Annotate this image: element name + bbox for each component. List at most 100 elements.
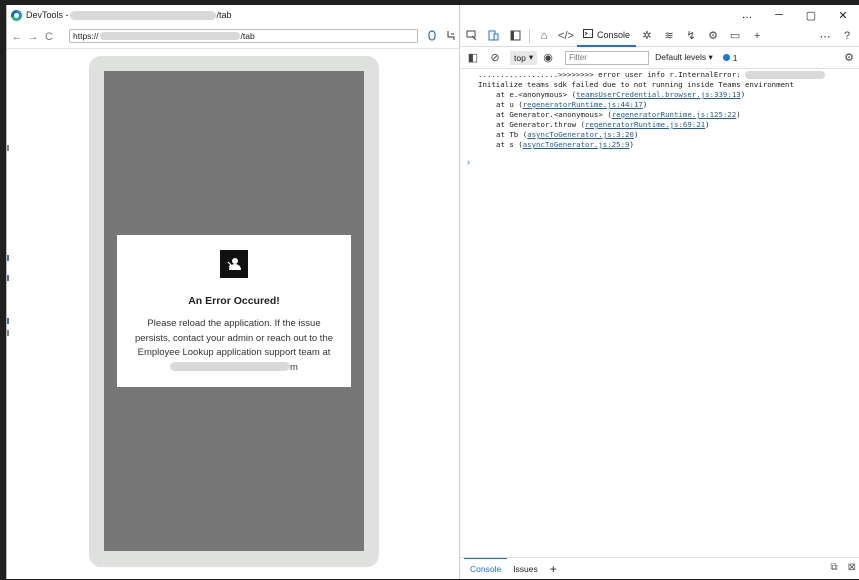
device-screen: An Error Occured! Please reload the appl… bbox=[104, 71, 364, 551]
window-title-suffix: /tab bbox=[216, 10, 232, 20]
console-line: ..................>>>>>>>> error user in… bbox=[460, 70, 859, 80]
stack-frame: at e.<anonymous> (teamsUserCredential.br… bbox=[460, 90, 859, 100]
redacted-email bbox=[170, 362, 291, 372]
devtools-right-actions: ⋯ ? bbox=[814, 25, 858, 47]
tab-console[interactable]: Console bbox=[577, 25, 637, 47]
source-link[interactable]: asyncToGenerator.js:25:9 bbox=[523, 140, 630, 149]
source-link[interactable]: regeneratorRuntime.js:125:22 bbox=[612, 110, 737, 119]
stack-frame: at u (regeneratorRuntime.js:44:17) bbox=[460, 100, 859, 110]
side-marker bbox=[7, 275, 9, 281]
stack-frame: at Generator.throw (regeneratorRuntime.j… bbox=[460, 120, 859, 130]
user-logo-icon bbox=[220, 250, 248, 278]
side-marker bbox=[7, 255, 9, 261]
error-card: An Error Occured! Please reload the appl… bbox=[117, 235, 351, 387]
frame-text: at Generator.throw ( bbox=[496, 120, 585, 129]
issue-dot-icon bbox=[722, 54, 730, 61]
sidebar-icon[interactable]: ◧ bbox=[462, 47, 484, 69]
frame-suffix: ) bbox=[633, 130, 639, 139]
page-viewport: An Error Occured! Please reload the appl… bbox=[7, 50, 460, 579]
drawer-tab-console[interactable]: Console bbox=[464, 557, 508, 580]
levels-dropdown[interactable]: Default levels ▾ bbox=[655, 52, 713, 63]
console-output: ..................>>>>>>>> error user in… bbox=[460, 70, 859, 150]
edge-icon bbox=[11, 9, 22, 21]
url-suffix: /tab bbox=[240, 31, 255, 41]
frame-suffix: ) bbox=[629, 140, 634, 149]
close-button[interactable]: ✕ bbox=[827, 5, 859, 25]
drawer-tab-issues[interactable]: Issues bbox=[507, 558, 544, 580]
console-settings-icon[interactable]: ⚙ bbox=[844, 51, 854, 64]
devtools-panel: … ─ ▢ ✕ ⌂ </> Console ✲ ≋ ↯ ⚙ ▭ + ⋯ ? ◧ … bbox=[459, 5, 859, 579]
frame-suffix: ) bbox=[736, 110, 741, 119]
levels-label: Default levels bbox=[655, 52, 707, 62]
error-message-end: m bbox=[290, 361, 298, 373]
device-frame: An Error Occured! Please reload the appl… bbox=[89, 56, 379, 567]
wifi-icon[interactable]: ≋ bbox=[658, 25, 680, 47]
lock-icon[interactable] bbox=[426, 30, 437, 41]
source-link[interactable]: teamsUserCredential.browser.js:339:13 bbox=[576, 90, 741, 99]
console-icon bbox=[583, 29, 593, 40]
minimize-button[interactable]: ─ bbox=[763, 5, 795, 25]
gear-icon[interactable]: ⚙ bbox=[702, 25, 724, 47]
elements-icon[interactable]: </> bbox=[555, 25, 577, 47]
help-icon[interactable]: ? bbox=[836, 25, 858, 47]
frame-suffix: ) bbox=[740, 90, 746, 99]
issues-badge[interactable]: 1 bbox=[722, 52, 738, 63]
levels-chevron-icon: ▾ bbox=[708, 52, 713, 62]
maximize-button[interactable]: ▢ bbox=[795, 5, 827, 25]
chevron-down-icon: ▾ bbox=[528, 52, 534, 62]
device-toggle-icon[interactable] bbox=[482, 25, 504, 47]
panel-icon[interactable]: ▭ bbox=[724, 25, 746, 47]
source-link[interactable]: regeneratorRuntime.js:69:21 bbox=[585, 120, 705, 129]
eye-icon[interactable]: ◉ bbox=[537, 47, 559, 69]
dock-icon[interactable] bbox=[504, 25, 526, 47]
issues-count: 1 bbox=[732, 52, 738, 63]
window-more-button[interactable]: … bbox=[731, 5, 763, 25]
source-link[interactable]: asyncToGenerator.js:3:20 bbox=[527, 130, 634, 139]
stack-frame: at s (asyncToGenerator.js:25:9) bbox=[460, 140, 859, 150]
more-icon[interactable]: ⋯ bbox=[814, 25, 836, 47]
stack-frame: at Tb (asyncToGenerator.js:3:20) bbox=[460, 130, 859, 140]
address-actions bbox=[426, 30, 456, 41]
performance-icon[interactable]: ↯ bbox=[680, 25, 702, 47]
drawer-actions: ⧉ ⊠ bbox=[830, 562, 856, 573]
drawer-add-tab-button[interactable]: + bbox=[544, 558, 563, 580]
log-text: ..................>>>>>>>> error user in… bbox=[478, 70, 745, 79]
forward-button[interactable]: → bbox=[25, 31, 41, 43]
console-toolbar: ◧ ⊘ top ▾ ◉ Default levels ▾ 1 ⚙ bbox=[460, 47, 859, 69]
clear-console-icon[interactable]: ⊘ bbox=[484, 47, 506, 69]
home-icon[interactable]: ⌂ bbox=[533, 25, 555, 47]
frame-suffix: ) bbox=[705, 120, 710, 129]
window-controls: … ─ ▢ ✕ bbox=[731, 5, 859, 25]
stack-frame: at Generator.<anonymous> (regeneratorRun… bbox=[460, 110, 859, 120]
frame-text: at u ( bbox=[496, 100, 523, 109]
back-button[interactable]: ← bbox=[9, 31, 25, 43]
redacted-log bbox=[744, 71, 825, 79]
expand-icon[interactable]: ⊠ bbox=[848, 562, 856, 573]
error-message-text: Please reload the application. If the is… bbox=[135, 318, 334, 358]
reload-button[interactable]: C bbox=[41, 31, 57, 43]
filter-input[interactable] bbox=[565, 50, 650, 65]
share-icon[interactable] bbox=[445, 30, 456, 41]
url-prefix: https:// bbox=[73, 31, 99, 41]
context-value: top bbox=[514, 52, 526, 63]
side-marker bbox=[7, 330, 9, 336]
frame-text: at e.<anonymous> ( bbox=[496, 90, 577, 99]
screen: DevTools - /tab ← → C https:// /tab An E… bbox=[0, 0, 859, 579]
context-select[interactable]: top ▾ bbox=[510, 50, 538, 65]
console-prompt[interactable]: › bbox=[467, 157, 470, 167]
source-link[interactable]: regeneratorRuntime.js:44:17 bbox=[523, 100, 643, 109]
bug-icon[interactable]: ✲ bbox=[636, 25, 658, 47]
url-input[interactable]: https:// /tab bbox=[69, 29, 418, 43]
tab-console-label: Console bbox=[597, 29, 631, 40]
frame-text: at Tb ( bbox=[496, 130, 528, 139]
side-marker bbox=[7, 145, 9, 151]
redacted-title bbox=[69, 10, 216, 20]
inspect-icon[interactable] bbox=[460, 25, 482, 47]
dock-bottom-icon[interactable]: ⧉ bbox=[830, 562, 837, 573]
address-bar-row: ← → C https:// /tab bbox=[7, 25, 460, 49]
plus-icon[interactable]: + bbox=[746, 25, 768, 47]
side-marker bbox=[7, 318, 9, 324]
toolbar-separator bbox=[529, 28, 530, 43]
browser-window: DevTools - /tab ← → C https:// /tab An E… bbox=[6, 5, 460, 579]
frame-suffix: ) bbox=[642, 100, 648, 109]
